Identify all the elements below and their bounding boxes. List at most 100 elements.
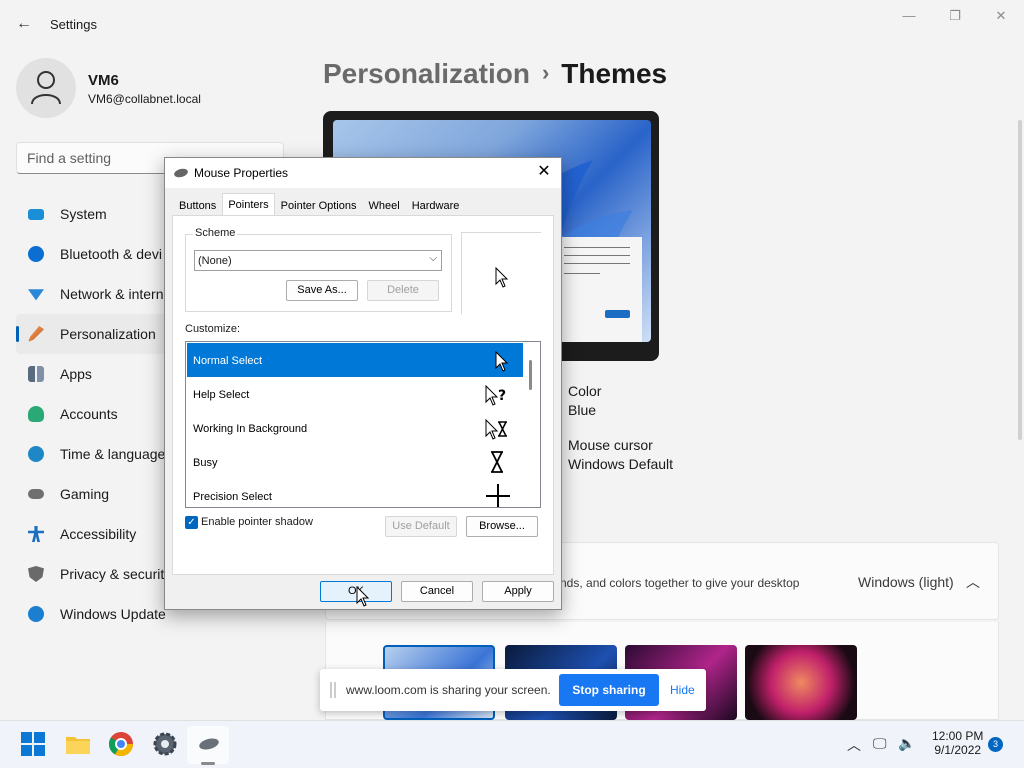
apply-button[interactable]: Apply [482, 581, 554, 602]
scrollbar-thumb[interactable] [529, 360, 532, 390]
shield-icon [28, 566, 44, 582]
sidebar-item-label: Windows Update [60, 606, 166, 622]
user-icon [31, 71, 61, 105]
close-button[interactable]: ✕ [986, 8, 1016, 28]
start-icon[interactable] [19, 730, 47, 758]
avatar[interactable] [16, 58, 76, 118]
themes-description: nds, and colors together to give your de… [560, 576, 800, 590]
search-placeholder: Find a setting [27, 150, 112, 166]
theme-thumb-captured-motion[interactable] [745, 645, 857, 720]
pointer-label: Normal Select [193, 355, 263, 367]
pointer-label: Precision Select [193, 491, 272, 503]
cancel-button[interactable]: Cancel [401, 581, 473, 602]
scheme-value: (None) [198, 255, 232, 267]
sidebar-item-label: Bluetooth & devi [60, 246, 162, 262]
pointer-list[interactable]: Normal Select Help Select ? Working In B… [185, 341, 541, 508]
minimize-button[interactable]: — [894, 8, 924, 28]
working-cursor-icon [485, 419, 507, 440]
pointer-label: Help Select [193, 389, 250, 401]
page-scrollbar[interactable] [1018, 120, 1022, 440]
user-email: VM6@collabnet.local [88, 92, 201, 106]
tab-wheel[interactable]: Wheel [363, 195, 406, 216]
sidebar-item-label: Accessibility [60, 526, 137, 542]
close-icon[interactable]: ✕ [535, 163, 553, 181]
theme-preview-window [556, 237, 642, 342]
sidebar-item-label: Accounts [60, 406, 118, 422]
cursor-preview-box [461, 232, 541, 314]
hide-button[interactable]: Hide [670, 683, 695, 697]
dialog-title-bar[interactable]: Mouse Properties ✕ [165, 158, 561, 188]
chrome-icon[interactable] [107, 730, 135, 758]
color-label[interactable]: Color [568, 383, 601, 399]
arrow-cursor-icon [495, 267, 509, 288]
time: 12:00 PM [932, 729, 984, 743]
sidebar-item-label: Privacy & security [60, 566, 172, 582]
delete-button[interactable]: Delete [367, 280, 439, 301]
hourglass-icon [491, 451, 503, 473]
enable-shadow-label[interactable]: Enable pointer shadow [201, 516, 313, 528]
scheme-dropdown[interactable]: (None) ⌵ [194, 250, 442, 271]
app-title: Settings [50, 17, 97, 32]
crosshair-icon [486, 484, 510, 507]
mouse-cursor-label[interactable]: Mouse cursor [568, 437, 653, 453]
volume-icon[interactable]: 🔈 [898, 735, 915, 752]
accounts-icon [28, 406, 44, 422]
stop-sharing-button[interactable]: Stop sharing [559, 674, 659, 706]
customize-label: Customize: [185, 323, 241, 335]
paintbrush-icon [28, 326, 44, 342]
network-tray-icon[interactable]: 🖵 [873, 735, 887, 752]
chevron-down-icon: ⌵ [429, 253, 437, 264]
maximize-button[interactable]: ❐ [940, 8, 970, 28]
breadcrumb-parent[interactable]: Personalization [323, 58, 530, 89]
mouse-icon [173, 167, 189, 179]
sidebar-item-label: Gaming [60, 486, 110, 502]
date: 9/1/2022 [934, 743, 982, 757]
pointer-label: Working In Background [193, 423, 308, 435]
clock[interactable]: 12:00 PM 9/1/2022 [932, 729, 983, 757]
scheme-label: Scheme [193, 227, 238, 239]
save-as-button[interactable]: Save As... [286, 280, 358, 301]
settings-gear-icon[interactable] [151, 730, 179, 758]
network-icon [28, 289, 44, 301]
time-language-icon [28, 446, 44, 462]
list-item-normal-select[interactable]: Normal Select [187, 343, 523, 377]
tab-buttons[interactable]: Buttons [173, 195, 222, 216]
mouse-icon[interactable] [195, 730, 223, 758]
arrow-cursor-icon [495, 351, 509, 372]
back-arrow-icon[interactable]: ← [14, 14, 34, 34]
theme-preview-button [605, 310, 630, 318]
accessibility-icon [28, 526, 44, 542]
enable-shadow-checkbox[interactable]: ✓ [185, 516, 198, 529]
chevron-up-icon[interactable]: ︿ [966, 572, 980, 592]
sidebar-item-label: System [60, 206, 107, 222]
list-item-busy[interactable]: Busy [187, 445, 523, 479]
bluetooth-icon [28, 246, 44, 262]
use-default-button[interactable]: Use Default [385, 516, 457, 537]
list-item-help-select[interactable]: Help Select ? [187, 377, 523, 411]
tab-pointers[interactable]: Pointers [222, 193, 275, 216]
sidebar-item-label: Time & language [60, 446, 166, 462]
list-item-precision-select[interactable]: Precision Select [187, 479, 523, 507]
notification-badge[interactable]: 3 [988, 737, 1003, 752]
list-item-working-background[interactable]: Working In Background [187, 411, 523, 445]
chevron-right-icon: › [541, 60, 550, 85]
system-icon [28, 208, 44, 220]
pointer-label: Busy [193, 457, 218, 469]
title-bar: ← Settings — ❐ ✕ [0, 0, 1024, 48]
windows-update-icon [28, 606, 44, 622]
current-theme-value: Windows (light) [858, 574, 954, 590]
dialog-tabs: Buttons Pointers Pointer Options Wheel H… [173, 193, 466, 217]
chevron-up-icon[interactable]: ︿ [847, 735, 861, 755]
tab-hardware[interactable]: Hardware [406, 195, 466, 216]
tab-pointer-options[interactable]: Pointer Options [275, 195, 363, 216]
file-explorer-icon[interactable] [64, 730, 92, 758]
drag-handle-icon[interactable] [330, 682, 336, 698]
browse-button[interactable]: Browse... [466, 516, 538, 537]
user-name: VM6 [88, 72, 119, 89]
mouse-pointer-icon [356, 586, 370, 607]
mouse-cursor-value: Windows Default [568, 456, 674, 472]
sidebar-item-label: Apps [60, 366, 92, 382]
loom-sharing-message: www.loom.com is sharing your screen. [346, 683, 551, 697]
gaming-icon [28, 489, 44, 499]
dialog-title: Mouse Properties [194, 166, 289, 180]
